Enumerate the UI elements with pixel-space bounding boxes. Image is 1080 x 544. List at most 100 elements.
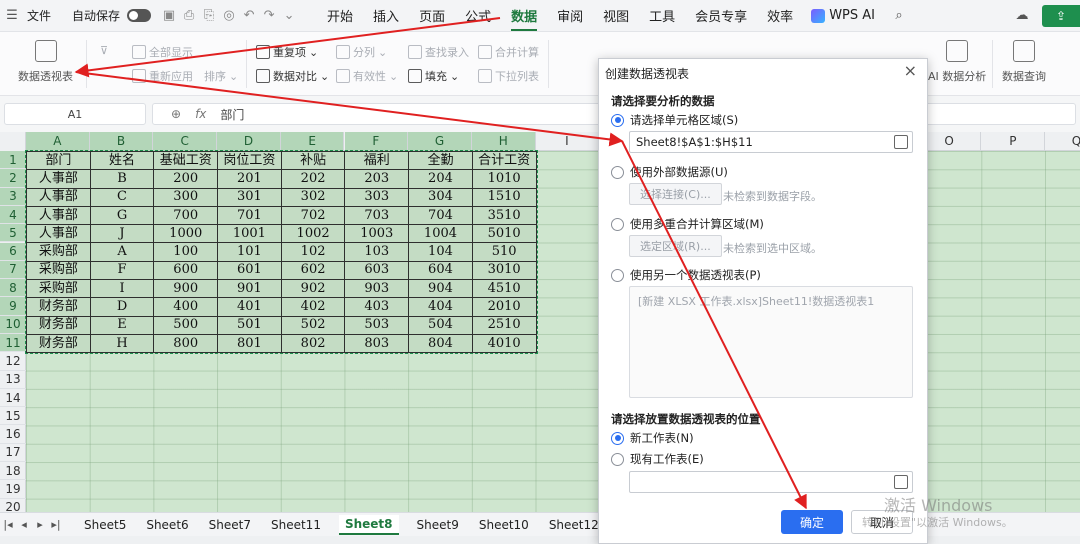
table-cell[interactable]: 201: [217, 169, 282, 189]
column-header[interactable]: E: [280, 132, 345, 151]
tab-view[interactable]: 视图: [603, 6, 629, 25]
radio-other-pivot[interactable]: 使用另一个数据透视表(P): [611, 267, 761, 283]
data-query-button[interactable]: 数据查询: [1002, 40, 1046, 84]
row-header[interactable]: 17: [0, 444, 26, 463]
select-area-button[interactable]: 选定区域(R)...: [629, 235, 722, 257]
column-header[interactable]: I: [536, 132, 600, 151]
table-cell[interactable]: 800: [153, 333, 219, 354]
table-cell[interactable]: 202: [280, 169, 346, 189]
table-cell[interactable]: 704: [408, 205, 473, 226]
column-header[interactable]: D: [217, 132, 281, 151]
row-header[interactable]: 4: [0, 205, 26, 225]
table-cell[interactable]: 200: [153, 169, 219, 189]
consolidate-button[interactable]: 合并计算: [478, 44, 539, 60]
table-cell[interactable]: 602: [280, 260, 346, 281]
table-cell[interactable]: 303: [344, 187, 410, 207]
sheet-tab[interactable]: Sheet11: [269, 515, 323, 535]
export-pdf-icon[interactable]: ⎙: [179, 8, 199, 23]
table-cell[interactable]: 101: [217, 242, 282, 262]
tab-page[interactable]: 页面: [419, 6, 445, 25]
table-cell[interactable]: 1010: [471, 169, 537, 189]
row-header[interactable]: 12: [0, 352, 26, 371]
table-cell[interactable]: C: [89, 187, 155, 207]
validity-button[interactable]: 有效性 ⌄: [336, 68, 398, 84]
table-cell[interactable]: 财务部: [26, 333, 91, 354]
dropdown-list-button[interactable]: 下拉列表: [478, 68, 539, 84]
sheet-tab[interactable]: Sheet8: [338, 514, 399, 535]
tab-member[interactable]: 会员专享: [695, 6, 747, 25]
row-header[interactable]: 5: [0, 224, 26, 243]
fill-button[interactable]: 填充 ⌄: [408, 68, 459, 84]
table-cell[interactable]: 301: [217, 187, 282, 207]
table-cell[interactable]: 302: [280, 187, 346, 207]
reapply-button[interactable]: 重新应用: [132, 68, 193, 84]
radio-external-source[interactable]: 使用外部数据源(U): [611, 164, 728, 180]
column-header[interactable]: Q: [1045, 132, 1080, 151]
last-sheet-icon[interactable]: ▸|: [48, 518, 64, 531]
table-cell[interactable]: J: [89, 224, 155, 244]
table-cell[interactable]: 300: [153, 187, 219, 207]
location-picker-icon[interactable]: [894, 475, 908, 489]
data-table[interactable]: 部门 姓名 基础工资 岗位工资 补贴 福利 全勤 合计工资 人事部 B 200 201 202 203 20…: [25, 149, 538, 355]
row-header[interactable]: 19: [0, 480, 26, 499]
table-cell[interactable]: 404: [408, 297, 473, 317]
redo-icon[interactable]: ↷: [259, 8, 279, 23]
table-cell[interactable]: 904: [408, 279, 473, 299]
compare-button[interactable]: 数据对比 ⌄: [256, 68, 329, 84]
header-cell[interactable]: 福利: [344, 150, 410, 171]
save-icon[interactable]: ▣: [159, 8, 179, 23]
pivot-list[interactable]: [新建 XLSX 工作表.xlsx]Sheet11!数据透视表1: [629, 286, 913, 398]
table-cell[interactable]: G: [89, 205, 155, 226]
table-cell[interactable]: 采购部: [26, 260, 91, 281]
column-header[interactable]: P: [982, 132, 1046, 151]
row-header[interactable]: 10: [0, 315, 26, 334]
row-header[interactable]: 20: [0, 499, 26, 512]
row-header[interactable]: 14: [0, 389, 26, 408]
table-cell[interactable]: 人事部: [26, 224, 91, 244]
tab-efficiency[interactable]: 效率: [767, 6, 793, 25]
table-cell[interactable]: 1001: [217, 224, 282, 244]
table-cell[interactable]: 604: [408, 260, 473, 281]
table-cell[interactable]: 801: [217, 333, 282, 354]
row-header[interactable]: 2: [0, 169, 26, 188]
column-header[interactable]: H: [471, 132, 536, 151]
column-header[interactable]: F: [344, 132, 409, 151]
radio-new-sheet[interactable]: 新工作表(N): [611, 430, 694, 446]
header-cell[interactable]: 姓名: [89, 150, 155, 171]
column-header[interactable]: A: [26, 132, 90, 151]
row-header[interactable]: 9: [0, 297, 26, 316]
table-cell[interactable]: 901: [217, 279, 282, 299]
tab-insert[interactable]: 插入: [373, 6, 399, 25]
table-cell[interactable]: B: [89, 169, 155, 189]
table-cell[interactable]: 902: [280, 279, 346, 299]
file-menu[interactable]: 文件: [27, 7, 51, 24]
chevron-down-icon[interactable]: ⌄: [279, 8, 299, 23]
prev-sheet-icon[interactable]: ◂: [16, 518, 32, 531]
sheet-tab[interactable]: Sheet10: [477, 515, 531, 535]
table-cell[interactable]: E: [89, 315, 155, 335]
table-cell[interactable]: 203: [344, 169, 410, 189]
table-cell[interactable]: 3010: [471, 260, 537, 281]
header-cell[interactable]: 补贴: [280, 150, 346, 171]
search-icon[interactable]: ⌕: [891, 8, 907, 24]
table-cell[interactable]: 103: [344, 242, 410, 262]
table-cell[interactable]: A: [89, 242, 155, 262]
table-cell[interactable]: 采购部: [26, 242, 91, 262]
fx-icon[interactable]: fx: [195, 107, 206, 121]
sheet-tab[interactable]: Sheet9: [415, 515, 461, 535]
find-entry-button[interactable]: 查找录入: [408, 44, 469, 60]
table-cell[interactable]: 104: [408, 242, 473, 262]
print-icon[interactable]: ⎘: [199, 8, 219, 23]
row-header[interactable]: 13: [0, 371, 26, 389]
table-cell[interactable]: 人事部: [26, 187, 91, 207]
menu-icon[interactable]: ☰: [4, 8, 20, 24]
table-cell[interactable]: 403: [344, 297, 410, 317]
table-cell[interactable]: 702: [280, 205, 346, 226]
table-cell[interactable]: 财务部: [26, 315, 91, 335]
close-icon[interactable]: ×: [904, 61, 917, 80]
column-header[interactable]: G: [408, 132, 472, 151]
header-cell[interactable]: 岗位工资: [217, 150, 282, 171]
table-cell[interactable]: 财务部: [26, 297, 91, 317]
table-cell[interactable]: 人事部: [26, 169, 91, 189]
table-cell[interactable]: 504: [408, 315, 473, 335]
